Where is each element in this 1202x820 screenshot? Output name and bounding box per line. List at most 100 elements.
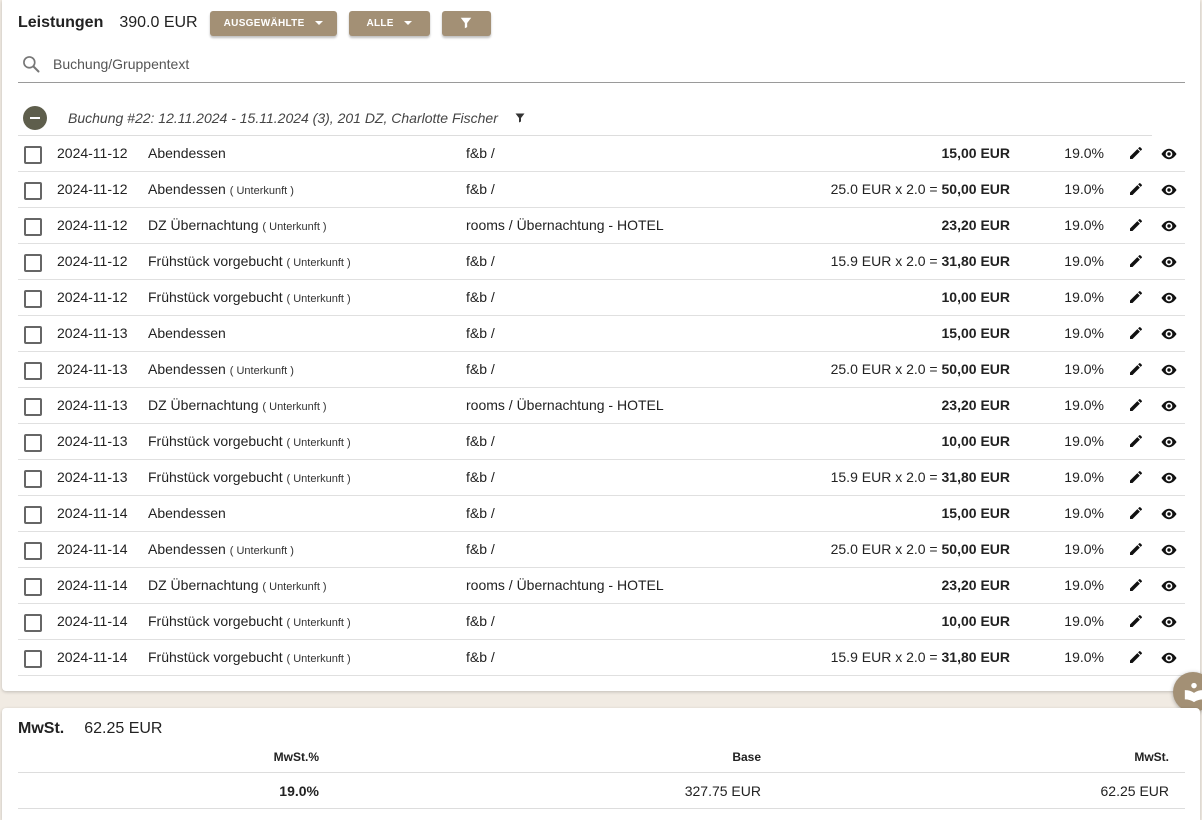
eye-icon[interactable]: [1160, 397, 1178, 415]
row-amount-cell: 25.0 EUR x 2.0 = 50,00 EUR: [831, 172, 1010, 207]
edit-icon[interactable]: [1128, 397, 1144, 415]
row-checkbox[interactable]: [24, 506, 42, 524]
row-tag: ( Unterkunft ): [286, 257, 351, 269]
selected-menu-label: AUSGEWÄHLTE: [223, 17, 305, 29]
row-name-cell: Abendessen: [148, 316, 226, 351]
row-amount-cell: 23,20 EUR: [942, 208, 1010, 243]
help-button[interactable]: [1173, 672, 1202, 712]
eye-icon[interactable]: [1160, 469, 1178, 487]
row-checkbox[interactable]: [24, 326, 42, 344]
edit-icon[interactable]: [1128, 469, 1144, 487]
eye-icon[interactable]: [1160, 217, 1178, 235]
edit-icon[interactable]: [1128, 145, 1144, 163]
row-calc: 15.9 EUR x 2.0 =: [830, 649, 942, 665]
row-amount: 23,20 EUR: [941, 397, 1010, 413]
eye-icon[interactable]: [1160, 145, 1178, 163]
row-name-cell: DZ Übernachtung ( Unterkunft ): [148, 208, 327, 243]
row-name: Frühstück vorgebucht: [148, 613, 283, 629]
eye-icon[interactable]: [1160, 289, 1178, 307]
row-tag: ( Unterkunft ): [286, 653, 351, 665]
row-vat: 19.0%: [1064, 325, 1104, 341]
edit-icon[interactable]: [1128, 361, 1144, 379]
edit-icon[interactable]: [1128, 613, 1144, 631]
vat-total: 62.25 EUR: [84, 720, 163, 737]
row-vat: 19.0%: [1064, 253, 1104, 269]
row-name: DZ Übernachtung: [148, 397, 259, 413]
row-date: 2024-11-12: [57, 181, 128, 197]
group-filter-button[interactable]: [514, 112, 526, 124]
row-account: f&b /: [466, 145, 495, 161]
table-row: 2024-11-12 DZ Übernachtung ( Unterkunft )…: [18, 208, 1185, 244]
row-name-cell: Frühstück vorgebucht ( Unterkunft ): [148, 244, 351, 279]
row-tag: ( Unterkunft ): [229, 185, 294, 197]
row-date: 2024-11-14: [57, 613, 128, 629]
eye-icon[interactable]: [1160, 181, 1178, 199]
row-name: Abendessen: [148, 505, 226, 521]
eye-icon[interactable]: [1160, 649, 1178, 667]
edit-icon[interactable]: [1128, 577, 1144, 595]
row-calc: 25.0 EUR x 2.0 =: [830, 541, 942, 557]
row-name: Abendessen: [148, 361, 226, 377]
row-amount: 10,00 EUR: [941, 433, 1010, 449]
eye-icon[interactable]: [1160, 325, 1178, 343]
edit-icon[interactable]: [1128, 325, 1144, 343]
table-row: 2024-11-13 Abendessen f&b / 15,00 EUR 19.0%: [18, 316, 1185, 352]
eye-icon[interactable]: [1160, 541, 1178, 559]
row-vat: 19.0%: [1064, 145, 1104, 161]
row-amount-cell: 15.9 EUR x 2.0 = 31,80 EUR: [831, 460, 1010, 495]
row-checkbox[interactable]: [24, 146, 42, 164]
row-checkbox[interactable]: [24, 614, 42, 632]
row-checkbox[interactable]: [24, 470, 42, 488]
row-checkbox[interactable]: [24, 362, 42, 380]
search-input[interactable]: [51, 55, 955, 73]
row-checkbox[interactable]: [24, 398, 42, 416]
row-amount: 50,00 EUR: [941, 361, 1010, 377]
row-amount-cell: 10,00 EUR: [942, 280, 1010, 315]
row-checkbox[interactable]: [24, 578, 42, 596]
row-checkbox[interactable]: [24, 650, 42, 668]
row-checkbox[interactable]: [24, 182, 42, 200]
service-list: 2024-11-12 Abendessen f&b / 15,00 EUR 19.0%…: [18, 136, 1185, 676]
vat-table-header: MwSt.% Base MwSt.: [18, 746, 1185, 773]
row-checkbox[interactable]: [24, 254, 42, 272]
collapse-group-button[interactable]: [23, 105, 47, 130]
edit-icon[interactable]: [1128, 505, 1144, 523]
row-checkbox[interactable]: [24, 218, 42, 236]
edit-icon[interactable]: [1128, 217, 1144, 235]
table-row: 2024-11-12 Frühstück vorgebucht ( Unterku…: [18, 280, 1185, 316]
vat-table-row: 19.0% 327.75 EUR 62.25 EUR: [18, 773, 1185, 809]
row-checkbox[interactable]: [24, 542, 42, 560]
edit-icon[interactable]: [1128, 649, 1144, 667]
filter-button[interactable]: [441, 10, 491, 36]
edit-icon[interactable]: [1128, 253, 1144, 271]
row-calc: 15.9 EUR x 2.0 =: [830, 469, 942, 485]
row-name: Frühstück vorgebucht: [148, 289, 283, 305]
row-name-cell: Frühstück vorgebucht ( Unterkunft ): [148, 604, 351, 639]
row-name: Abendessen: [148, 541, 226, 557]
table-row: 2024-11-13 DZ Übernachtung ( Unterkunft )…: [18, 388, 1185, 424]
row-name: Abendessen: [148, 181, 226, 197]
row-amount-cell: 15.9 EUR x 2.0 = 31,80 EUR: [831, 640, 1010, 675]
eye-icon[interactable]: [1160, 253, 1178, 271]
eye-icon[interactable]: [1160, 613, 1178, 631]
row-amount-cell: 15,00 EUR: [942, 316, 1010, 351]
row-amount: 23,20 EUR: [941, 577, 1010, 593]
edit-icon[interactable]: [1128, 541, 1144, 559]
row-name-cell: Frühstück vorgebucht ( Unterkunft ): [148, 280, 351, 315]
selected-menu-button[interactable]: AUSGEWÄHLTE: [209, 10, 337, 36]
row-account: f&b /: [466, 433, 495, 449]
table-row: 2024-11-14 Frühstück vorgebucht ( Unterku…: [18, 604, 1185, 640]
row-checkbox[interactable]: [24, 434, 42, 452]
eye-icon[interactable]: [1160, 361, 1178, 379]
edit-icon[interactable]: [1128, 433, 1144, 451]
eye-icon[interactable]: [1160, 433, 1178, 451]
row-name-cell: Frühstück vorgebucht ( Unterkunft ): [148, 424, 351, 459]
all-menu-button[interactable]: ALLE: [348, 10, 430, 36]
row-checkbox[interactable]: [24, 290, 42, 308]
edit-icon[interactable]: [1128, 289, 1144, 307]
edit-icon[interactable]: [1128, 181, 1144, 199]
eye-icon[interactable]: [1160, 505, 1178, 523]
row-date: 2024-11-14: [57, 541, 128, 557]
table-row: 2024-11-13 Frühstück vorgebucht ( Unterku…: [18, 460, 1185, 496]
eye-icon[interactable]: [1160, 577, 1178, 595]
